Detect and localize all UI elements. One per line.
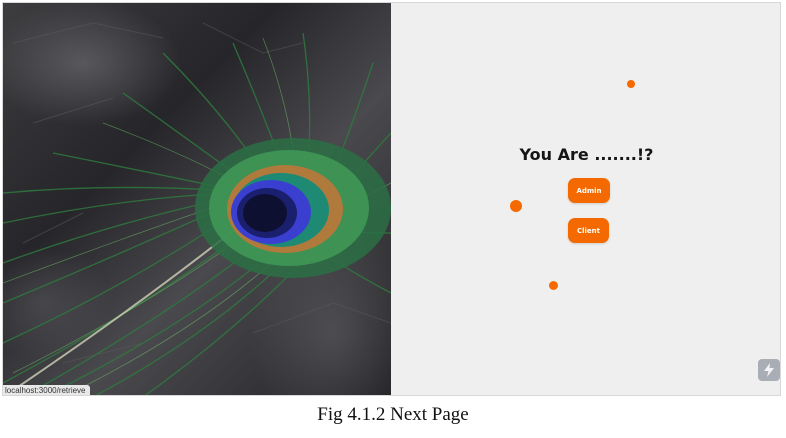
admin-button[interactable]: Admin (568, 178, 610, 203)
peacock-feather-image (3, 22, 391, 395)
role-question-heading: You Are .......!? (519, 145, 654, 164)
role-selection-panel: You Are .......!? Admin Client (391, 3, 780, 395)
decorative-dot (549, 281, 558, 290)
decorative-dot (510, 200, 522, 212)
app-screenshot: localhost:3000/retrieve You Are .......!… (2, 2, 781, 396)
figure-caption: Fig 4.1.2 Next Page (317, 404, 469, 425)
status-url-tooltip: localhost:3000/retrieve (3, 385, 90, 395)
client-button[interactable]: Client (568, 218, 609, 243)
lightning-icon[interactable] (758, 359, 780, 381)
hero-image-panel: localhost:3000/retrieve (3, 3, 391, 395)
decorative-dot (627, 80, 635, 88)
